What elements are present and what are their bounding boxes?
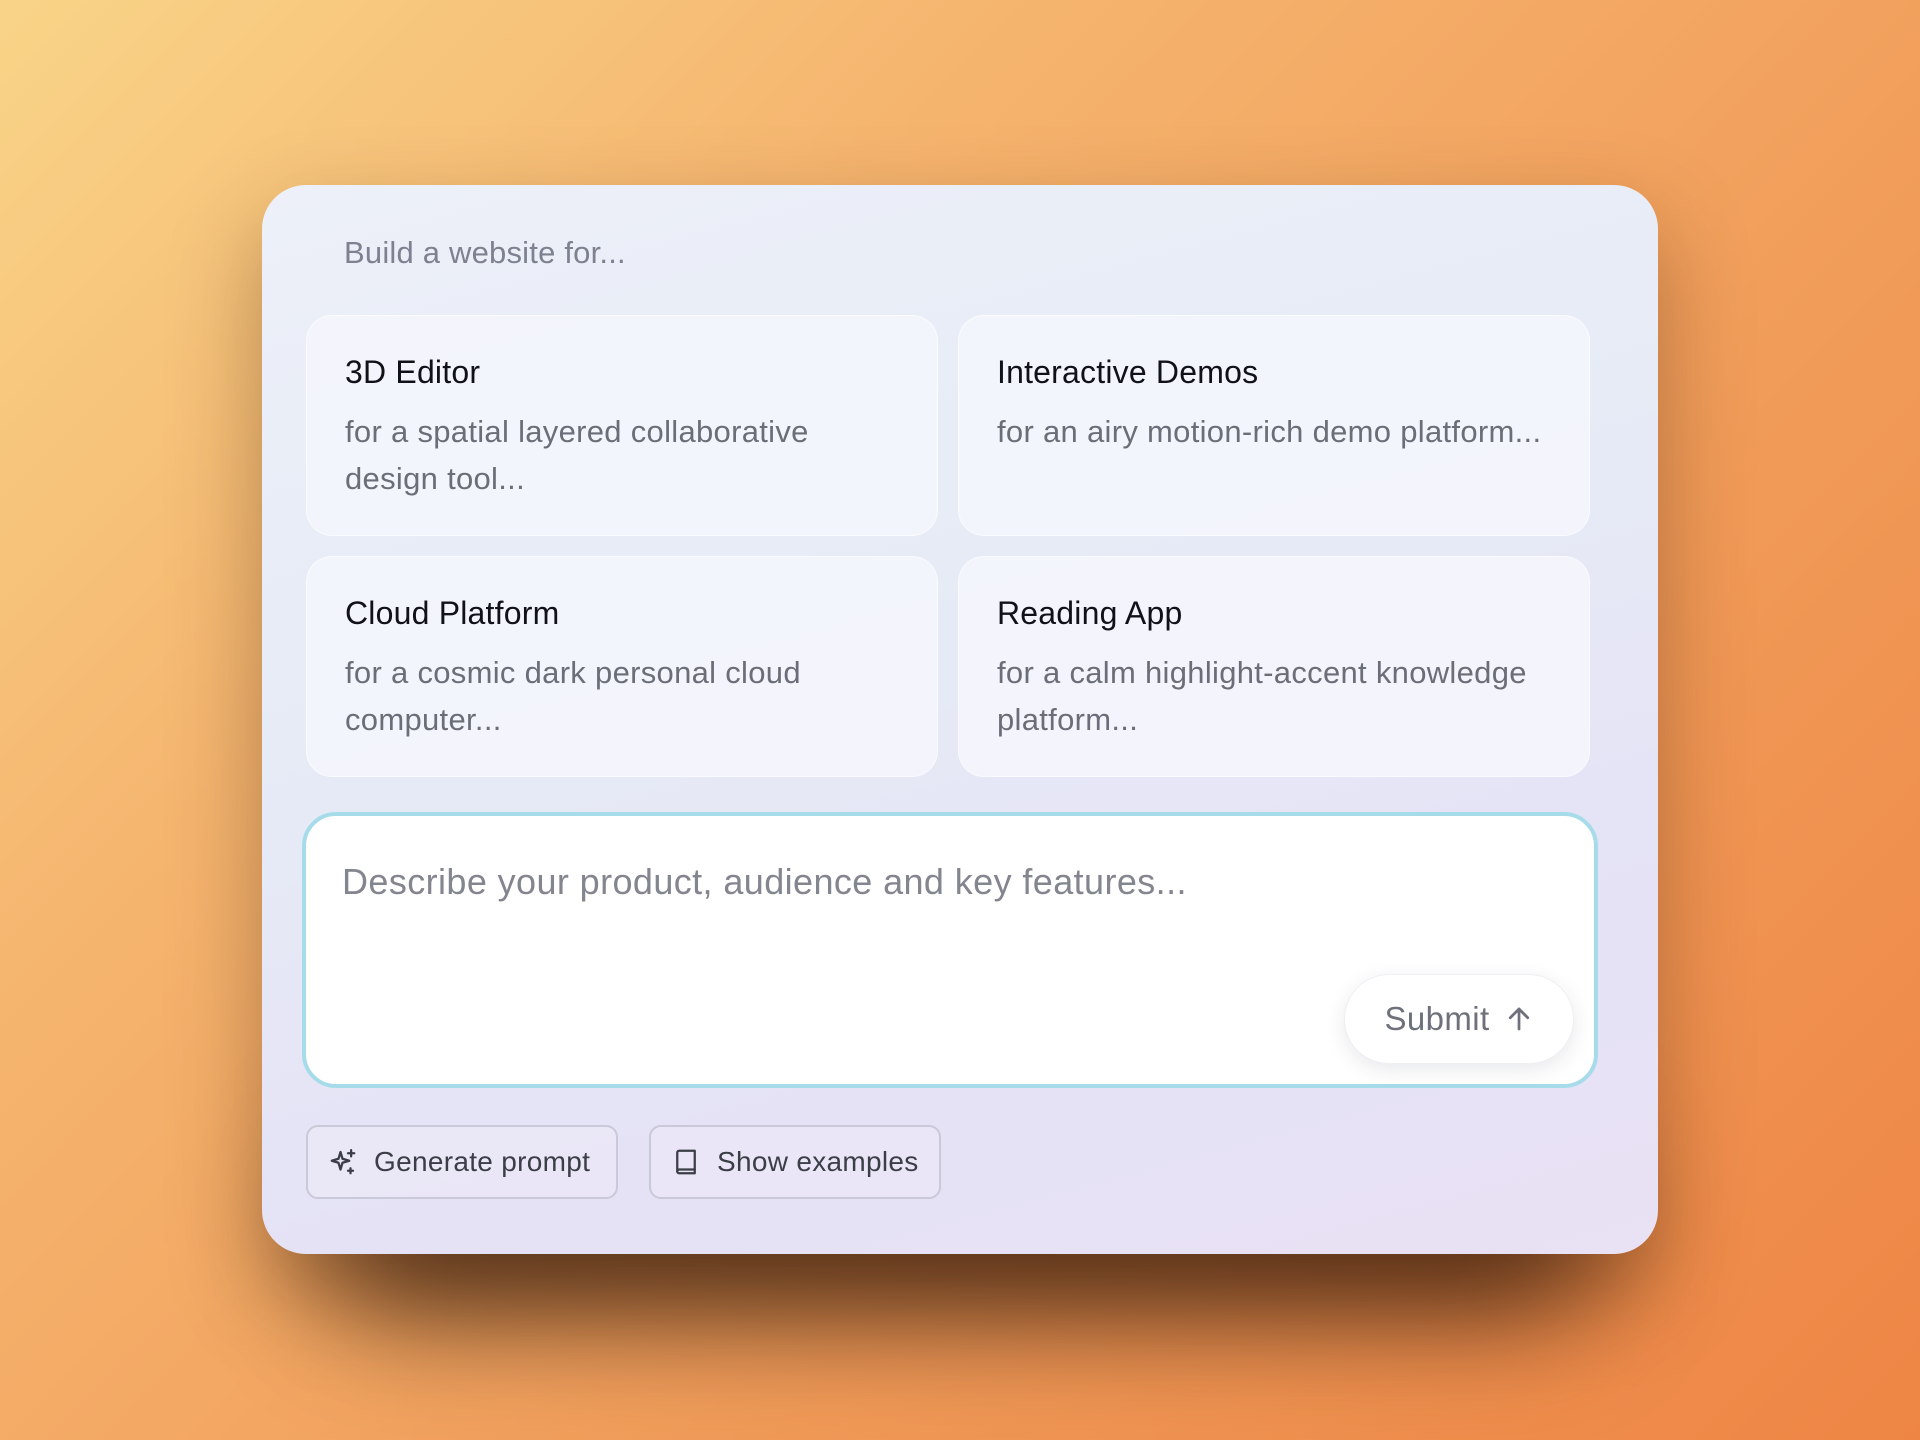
suggestion-title: 3D Editor bbox=[345, 354, 481, 390]
show-examples-button[interactable]: Show examples bbox=[649, 1125, 941, 1199]
suggestion-title: Cloud Platform bbox=[345, 595, 560, 631]
arrow-up-icon bbox=[1508, 1007, 1529, 1031]
suggestion-description: for a cosmic dark personal cloud compute… bbox=[345, 655, 801, 737]
generate-prompt-label: Generate prompt bbox=[374, 1146, 591, 1177]
panel-heading: Build a website for... bbox=[344, 235, 626, 270]
prompt-builder-panel: Build a website for... 3D Editor for a s… bbox=[262, 185, 1658, 1254]
prompt-box: Submit bbox=[302, 812, 1598, 1088]
generate-prompt-button[interactable]: Generate prompt bbox=[306, 1125, 618, 1199]
suggestion-description: for a spatial layered collaborative desi… bbox=[345, 414, 809, 496]
suggestion-card-3d-editor[interactable]: 3D Editor for a spatial layered collabor… bbox=[306, 315, 938, 536]
sparkles-icon bbox=[330, 1149, 356, 1175]
prompt-input[interactable] bbox=[342, 852, 1522, 912]
suggestion-card-reading-app[interactable]: Reading App for a calm highlight-accent … bbox=[958, 556, 1590, 777]
suggestion-card-cloud-platform[interactable]: Cloud Platform for a cosmic dark persona… bbox=[306, 556, 938, 777]
suggestion-description: for an airy motion-rich demo platform... bbox=[997, 414, 1542, 449]
submit-button[interactable]: Submit bbox=[1344, 974, 1574, 1064]
suggestion-title: Reading App bbox=[997, 595, 1183, 631]
submit-label: Submit bbox=[1384, 1000, 1490, 1037]
book-icon bbox=[676, 1149, 696, 1175]
suggestion-title: Interactive Demos bbox=[997, 354, 1259, 390]
show-examples-label: Show examples bbox=[717, 1146, 919, 1177]
suggestion-description: for a calm highlight-accent knowledge pl… bbox=[997, 655, 1527, 737]
suggestion-card-interactive-demos[interactable]: Interactive Demos for an airy motion-ric… bbox=[958, 315, 1590, 536]
